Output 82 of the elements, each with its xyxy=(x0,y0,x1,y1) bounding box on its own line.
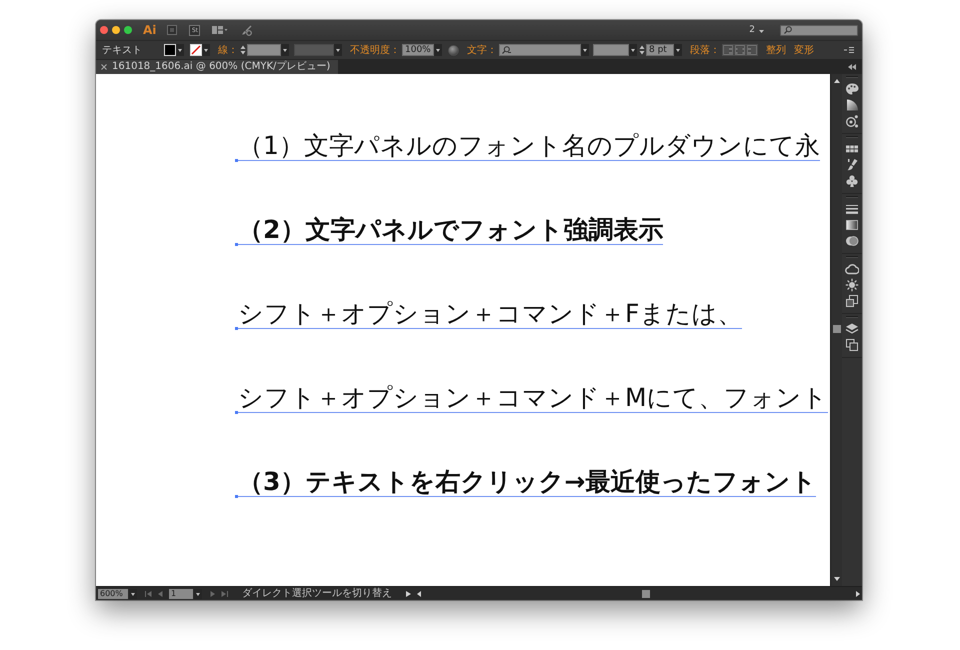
anchor-point-icon xyxy=(235,243,238,246)
no-stroke-swatch-icon[interactable] xyxy=(190,44,202,56)
status-text: ダイレクト選択ツールを切り替え xyxy=(242,588,392,600)
layers-icon[interactable] xyxy=(845,322,859,336)
caret-icon[interactable] xyxy=(581,44,589,56)
caret-icon[interactable] xyxy=(434,44,442,56)
zoom-button[interactable] xyxy=(124,26,132,34)
vertical-scrollbar[interactable] xyxy=(830,74,842,586)
scroll-thumb[interactable] xyxy=(642,590,650,598)
opacity-field[interactable]: 100% xyxy=(402,44,434,56)
anchor-point-icon xyxy=(235,327,238,330)
cloud-icon[interactable] xyxy=(845,262,859,276)
previous-page-icon[interactable] xyxy=(158,590,163,596)
align-left-icon xyxy=(723,45,733,55)
close-icon[interactable] xyxy=(101,64,107,70)
next-page-icon[interactable] xyxy=(210,590,215,596)
font-size-field[interactable]: 8 pt xyxy=(646,44,674,56)
caret-icon[interactable] xyxy=(629,44,637,56)
close-button[interactable] xyxy=(100,26,108,34)
stroke-lines-icon[interactable] xyxy=(845,202,859,216)
align-right-button[interactable] xyxy=(746,44,758,56)
circle-nodes-icon[interactable] xyxy=(845,114,859,128)
panel-link[interactable]: 整列 xyxy=(766,43,786,57)
anchor-point-icon xyxy=(235,411,238,414)
club-icon[interactable] xyxy=(845,174,859,188)
gradient-square-icon[interactable] xyxy=(845,218,859,232)
workspace-menu[interactable]: 2 xyxy=(747,25,766,35)
horizontal-scrollbar[interactable] xyxy=(415,587,862,600)
caret-icon[interactable] xyxy=(176,44,184,56)
first-page-icon[interactable] xyxy=(145,590,152,596)
last-page-icon[interactable] xyxy=(221,590,228,596)
scroll-right-icon[interactable] xyxy=(854,590,862,598)
canvas-text: シフト＋オプション＋コマンド＋Fまたは、 xyxy=(238,299,742,329)
font-style-field[interactable] xyxy=(593,44,629,56)
panel-menu-icon[interactable] xyxy=(844,46,854,54)
arrange-grid-icon[interactable] xyxy=(212,25,228,35)
caret-icon[interactable] xyxy=(334,44,342,56)
stroke-weight-field[interactable] xyxy=(247,44,281,56)
character-label: 文字： xyxy=(467,44,497,57)
canvas-text: （3）テキストを右クリック→最近使ったフォント xyxy=(238,467,816,497)
stacked-squares-icon[interactable] xyxy=(845,338,859,352)
caret-icon[interactable] xyxy=(674,44,682,56)
menu-arrow-icon[interactable] xyxy=(406,590,411,596)
search-icon xyxy=(784,26,792,34)
zoom-field[interactable]: 600% xyxy=(98,588,128,598)
overlapping-circles-icon[interactable] xyxy=(845,234,859,248)
font-family-field[interactable] xyxy=(499,44,581,56)
canvas-text: （1）文字パネルのフォント名のプルダウンにて永 xyxy=(238,131,820,161)
paragraph-label: 段落： xyxy=(690,44,720,57)
panel-link[interactable]: 変形 xyxy=(794,43,814,57)
align-center-button[interactable] xyxy=(734,44,746,56)
selection-type-label: テキスト xyxy=(102,44,142,57)
search-icon xyxy=(502,46,511,54)
caret-icon xyxy=(759,28,764,32)
color-wheel-icon[interactable] xyxy=(448,44,459,56)
artboard-field[interactable]: 1 xyxy=(169,588,193,598)
anchor-point-icon xyxy=(235,159,238,162)
align-left-button[interactable] xyxy=(722,44,734,56)
align-right-icon xyxy=(747,45,757,55)
brush-icon[interactable] xyxy=(845,158,859,172)
image-frame-icon[interactable] xyxy=(845,294,859,308)
opacity-label: 不透明度： xyxy=(350,44,400,57)
search-field[interactable] xyxy=(780,24,858,36)
collapse-arrows-icon[interactable] xyxy=(848,64,856,70)
framed-square-icon[interactable] xyxy=(167,25,178,35)
sunburst-icon[interactable] xyxy=(845,278,859,292)
align-center-icon xyxy=(735,45,745,55)
stroke-label: 線： xyxy=(218,44,238,57)
fill-swatch-icon[interactable] xyxy=(164,44,176,56)
caret-icon[interactable] xyxy=(281,44,289,56)
minimize-button[interactable] xyxy=(112,26,120,34)
canvas-text: シフト＋オプション＋コマンド＋Mにて、フォント xyxy=(238,383,828,413)
app-logo: Ai xyxy=(143,23,156,37)
brush-icon[interactable] xyxy=(240,24,252,36)
brush-field[interactable] xyxy=(294,44,334,56)
scroll-thumb[interactable] xyxy=(832,325,840,333)
anchor-point-icon xyxy=(235,495,238,498)
caret-icon[interactable] xyxy=(202,44,210,56)
canvas-text: （2）文字パネルでフォント強調表示 xyxy=(238,215,664,245)
color-palette-icon[interactable] xyxy=(845,82,859,96)
document-tab[interactable]: 161018_1606.ai @ 600% (CMYK/プレビュー) xyxy=(96,60,338,74)
scroll-left-icon[interactable] xyxy=(415,590,423,598)
